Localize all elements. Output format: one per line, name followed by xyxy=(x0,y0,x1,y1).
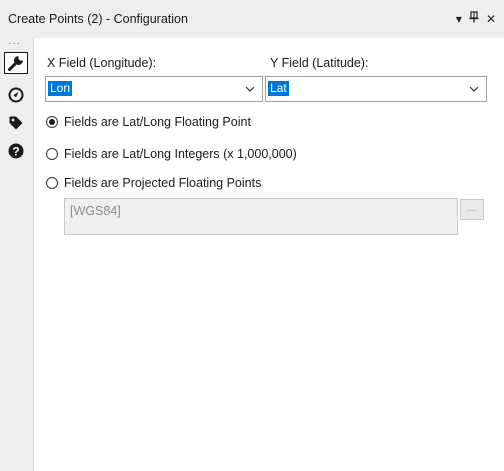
tag-icon xyxy=(9,116,23,130)
x-field-value: Lon xyxy=(48,81,73,96)
configuration-content: X Field (Longitude): Y Field (Latitude):… xyxy=(34,38,504,471)
sidebar-item-help[interactable]: ? xyxy=(4,140,28,162)
wrench-icon xyxy=(8,56,23,71)
chevron-down-icon xyxy=(469,86,479,92)
x-field-select[interactable]: Lon xyxy=(45,76,263,102)
radio-lat-long-floating[interactable] xyxy=(46,116,58,128)
svg-text:?: ? xyxy=(12,144,19,158)
option-label: Fields are Lat/Long Integers (x 1,000,00… xyxy=(64,147,297,161)
projection-value: [WGS84] xyxy=(70,204,121,218)
x-field-label: X Field (Longitude): xyxy=(47,56,157,70)
close-icon[interactable]: ✕ xyxy=(486,12,496,26)
radio-projected-floating[interactable] xyxy=(46,177,58,189)
configuration-panel: Create Points (2) - Configuration ▾ ✕ ··… xyxy=(0,0,504,471)
sidebar-item-layout[interactable] xyxy=(4,84,28,106)
option-label: Fields are Lat/Long Floating Point xyxy=(64,115,251,129)
y-field-label: Y Field (Latitude): xyxy=(270,56,369,70)
sidebar-item-annotation[interactable] xyxy=(4,112,28,134)
pin-icon[interactable] xyxy=(469,11,479,26)
compass-icon xyxy=(8,87,24,103)
pin-icon-graphic xyxy=(469,11,479,23)
sidebar: ··· ? xyxy=(0,38,34,471)
option-label: Fields are Projected Floating Points xyxy=(64,176,262,190)
option-lat-long-integers[interactable]: Fields are Lat/Long Integers (x 1,000,00… xyxy=(46,145,297,163)
sidebar-item-configuration[interactable] xyxy=(4,52,28,74)
title-bar: Create Points (2) - Configuration ▾ ✕ xyxy=(0,0,504,38)
y-field-select[interactable]: Lat xyxy=(265,76,487,102)
projection-field: [WGS84] xyxy=(64,198,458,235)
option-projected-floating[interactable]: Fields are Projected Floating Points xyxy=(46,174,261,192)
projection-browse-button: ... xyxy=(460,199,484,220)
window-title: Create Points (2) - Configuration xyxy=(8,12,188,26)
chevron-down-icon xyxy=(245,86,255,92)
radio-lat-long-integers[interactable] xyxy=(46,148,58,160)
dropdown-icon[interactable]: ▾ xyxy=(456,12,462,26)
title-buttons: ▾ ✕ xyxy=(456,11,496,26)
y-field-value: Lat xyxy=(268,81,289,96)
option-lat-long-floating[interactable]: Fields are Lat/Long Floating Point xyxy=(46,113,251,131)
help-icon: ? xyxy=(8,143,24,159)
sidebar-grip: ··· xyxy=(8,38,21,49)
